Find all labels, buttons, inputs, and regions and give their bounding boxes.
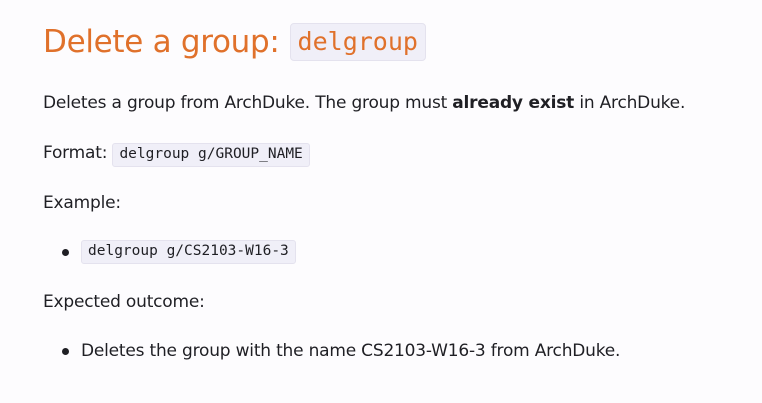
heading-text: Delete a group:	[43, 24, 280, 60]
bullet-icon	[62, 248, 69, 256]
section-heading: Delete a group: delgroup	[43, 23, 426, 61]
outcome-label: Expected outcome:	[43, 292, 205, 312]
example-list: delgroup g/CS2103-W16-3	[62, 240, 296, 264]
format-code: delgroup g/GROUP_NAME	[112, 143, 310, 167]
outcome-list: Deletes the group with the name CS2103-W…	[62, 340, 620, 362]
description-text-before: Deletes a group from ArchDuke. The group…	[43, 93, 453, 113]
example-label: Example:	[43, 193, 121, 213]
list-item: Deletes the group with the name CS2103-W…	[62, 340, 620, 362]
list-item: delgroup g/CS2103-W16-3	[62, 240, 296, 264]
format-label: Format:	[43, 143, 108, 163]
format-paragraph: Format: delgroup g/GROUP_NAME	[43, 142, 310, 167]
description-text-after: in ArchDuke.	[574, 93, 686, 113]
description-bold-text: already exist	[452, 93, 575, 113]
description-paragraph: Deletes a group from ArchDuke. The group…	[43, 92, 685, 114]
document-page: Delete a group: delgroup Deletes a group…	[0, 0, 762, 403]
outcome-text: Deletes the group with the name CS2103-W…	[81, 341, 621, 361]
example-code: delgroup g/CS2103-W16-3	[81, 240, 296, 264]
bullet-icon	[62, 347, 69, 355]
heading-command-code: delgroup	[289, 23, 426, 61]
